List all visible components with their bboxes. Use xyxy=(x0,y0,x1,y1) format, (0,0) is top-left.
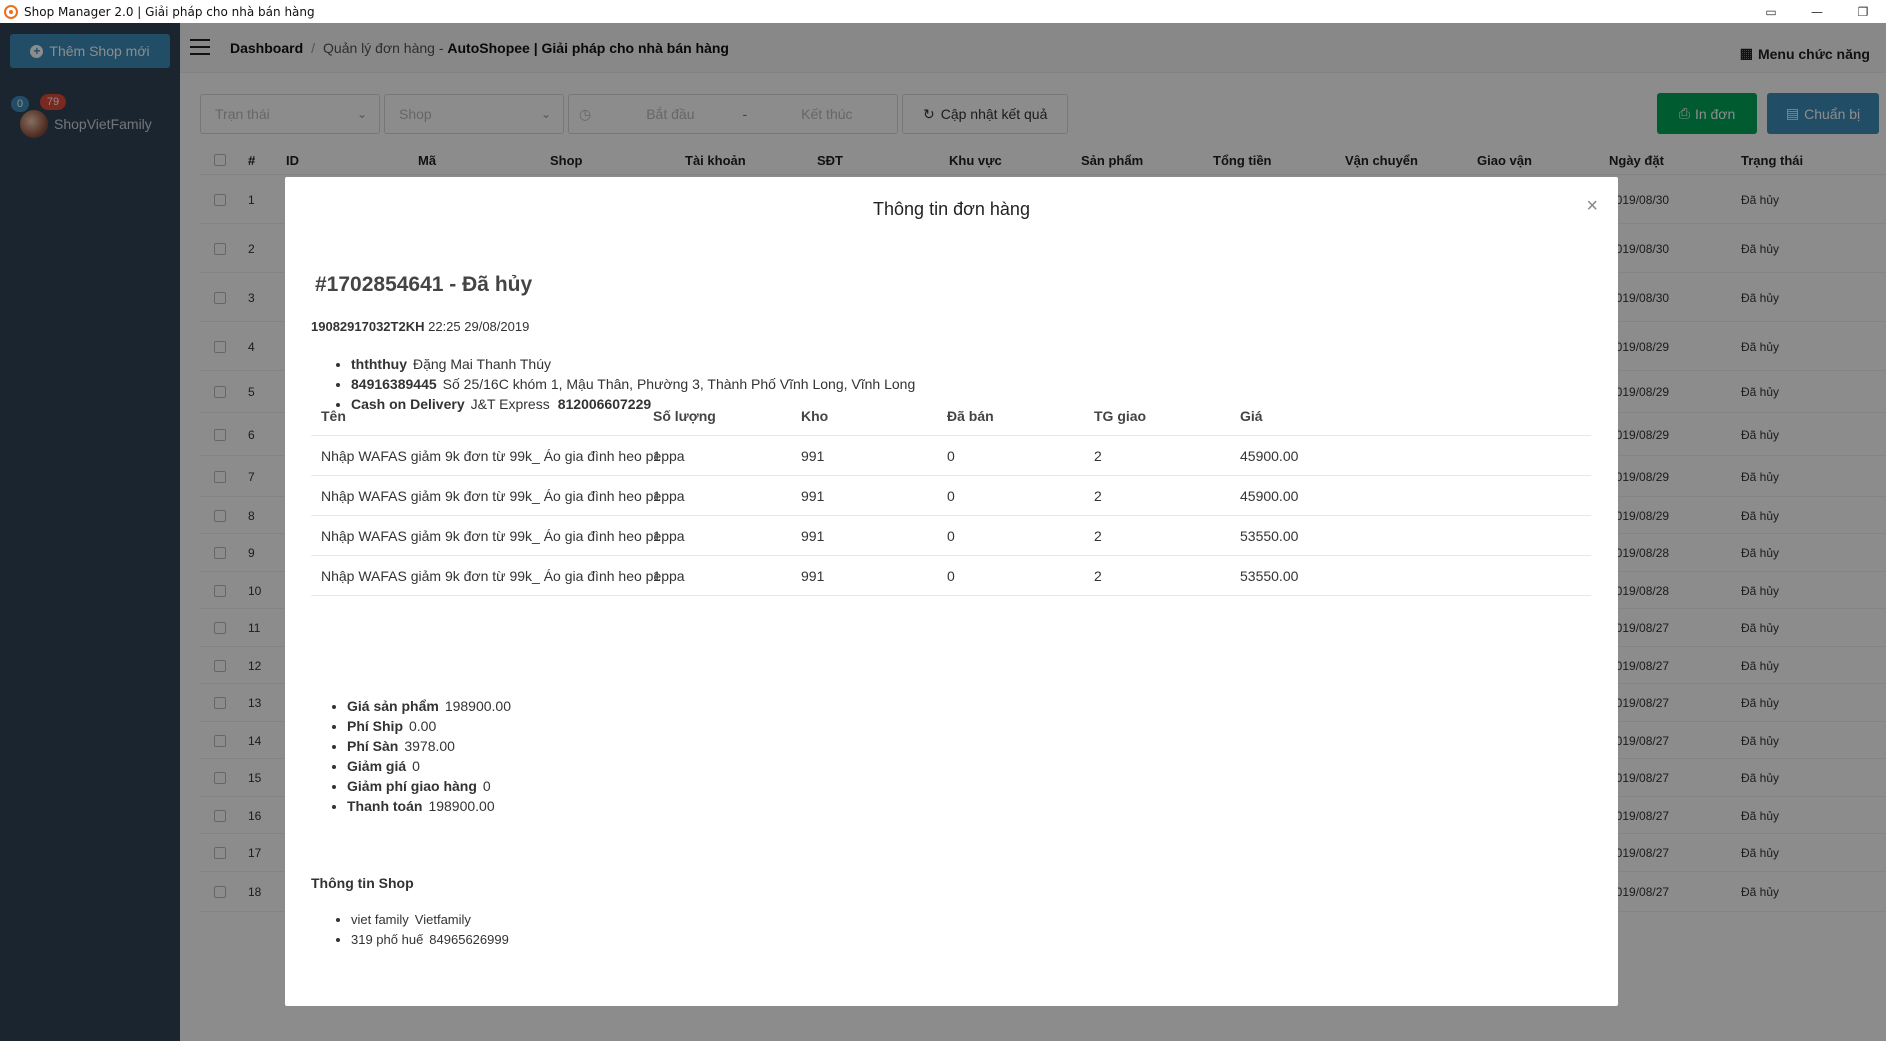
shop-info-value: 84965626999 xyxy=(429,932,509,947)
order-code: 19082917032T2KH xyxy=(311,319,425,334)
product-row: Nhập WAFAS giảm 9k đơn từ 99k_ Áo gia đì… xyxy=(311,476,1591,516)
product-quantity: 1 xyxy=(653,528,661,544)
summary-label: Giảm phí giao hàng xyxy=(347,778,477,794)
col-delivery-time: TG giao xyxy=(1094,408,1147,424)
product-quantity: 1 xyxy=(653,488,661,504)
customer-name-item: thththuy Đặng Mai Thanh Thúy xyxy=(351,354,915,374)
col-price: Giá xyxy=(1240,408,1263,424)
app-logo-icon xyxy=(4,4,18,19)
shop-info-item: 319 phố huế 84965626999 xyxy=(351,930,509,950)
window-title: Shop Manager 2.0 | Giải pháp cho nhà bán… xyxy=(24,4,315,19)
summary-item: Giảm giá 0 xyxy=(347,756,511,776)
product-price: 45900.00 xyxy=(1240,448,1299,464)
product-row: Nhập WAFAS giảm 9k đơn từ 99k_ Áo gia đì… xyxy=(311,556,1591,596)
order-info-modal: Thông tin đơn hàng × #1702854641 - Đã hủ… xyxy=(285,177,1618,1006)
product-delivery-time: 2 xyxy=(1094,488,1102,504)
col-stock: Kho xyxy=(801,408,829,424)
order-time: 22:25 29/08/2019 xyxy=(428,319,530,334)
products-table-header: Tên Số lượng Kho Đã bán TG giao Giá xyxy=(311,396,1591,436)
product-row: Nhập WAFAS giảm 9k đơn từ 99k_ Áo gia đì… xyxy=(311,436,1591,476)
summary-value: 0.00 xyxy=(409,718,437,734)
minimize-button[interactable]: — xyxy=(1794,0,1840,23)
product-price: 53550.00 xyxy=(1240,568,1299,584)
product-sold: 0 xyxy=(947,448,955,464)
window-extra-button[interactable]: ▭ xyxy=(1748,0,1794,23)
summary-label: Phí Ship xyxy=(347,718,403,734)
product-stock: 991 xyxy=(801,488,825,504)
product-delivery-time: 2 xyxy=(1094,528,1102,544)
summary-item: Phí Sàn 3978.00 xyxy=(347,736,511,756)
product-price: 53550.00 xyxy=(1240,528,1299,544)
customer-phone: 84916389445 xyxy=(351,376,437,392)
col-quantity: Số lượng xyxy=(653,408,716,424)
restore-button[interactable]: ❐ xyxy=(1840,0,1886,23)
customer-fullname: Đặng Mai Thanh Thúy xyxy=(412,356,551,372)
summary-item: Phí Ship 0.00 xyxy=(347,716,511,736)
modal-title: Thông tin đơn hàng xyxy=(873,199,1030,219)
shop-info-label: 319 phố huế xyxy=(351,932,424,947)
summary-item: Giá sản phẩm 198900.00 xyxy=(347,696,511,716)
summary-label: Phí Sàn xyxy=(347,738,399,754)
order-heading: #1702854641 - Đã hủy xyxy=(315,273,533,296)
customer-address: Số 25/16C khóm 1, Mậu Thân, Phường 3, Th… xyxy=(442,376,916,392)
product-row: Nhập WAFAS giảm 9k đơn từ 99k_ Áo gia đì… xyxy=(311,516,1591,556)
shop-info-list: viet family Vietfamily 319 phố huế 8496562… xyxy=(351,910,509,950)
summary-item: Giảm phí giao hàng 0 xyxy=(347,776,511,796)
product-name: Nhập WAFAS giảm 9k đơn từ 99k_ Áo gia đì… xyxy=(321,568,685,584)
col-product-name: Tên xyxy=(321,408,346,424)
product-name: Nhập WAFAS giảm 9k đơn từ 99k_ Áo gia đì… xyxy=(321,488,685,504)
summary-label: Thanh toán xyxy=(347,798,423,814)
product-sold: 0 xyxy=(947,528,955,544)
summary-value: 198900.00 xyxy=(444,698,511,714)
product-quantity: 1 xyxy=(653,448,661,464)
product-delivery-time: 2 xyxy=(1094,448,1102,464)
product-stock: 991 xyxy=(801,528,825,544)
summary-value: 198900.00 xyxy=(428,798,495,814)
customer-address-item: 84916389445 Số 25/16C khóm 1, Mậu Thân, P… xyxy=(351,374,915,394)
order-meta: 19082917032T2KH 22:25 29/08/2019 xyxy=(311,319,529,334)
summary-item: Thanh toán 198900.00 xyxy=(347,796,511,816)
product-name: Nhập WAFAS giảm 9k đơn từ 99k_ Áo gia đì… xyxy=(321,448,685,464)
close-icon[interactable]: × xyxy=(1586,195,1598,218)
summary-label: Giá sản phẩm xyxy=(347,698,439,714)
product-price: 45900.00 xyxy=(1240,488,1299,504)
window-controls: ▭ — ❐ xyxy=(1748,0,1886,23)
product-delivery-time: 2 xyxy=(1094,568,1102,584)
product-name: Nhập WAFAS giảm 9k đơn từ 99k_ Áo gia đì… xyxy=(321,528,685,544)
customer-username: thththuy xyxy=(351,356,407,372)
summary-label: Giảm giá xyxy=(347,758,407,774)
shop-info-heading: Thông tin Shop xyxy=(311,875,414,891)
summary-value: 0 xyxy=(412,758,420,774)
product-stock: 991 xyxy=(801,568,825,584)
summary-value: 3978.00 xyxy=(404,738,455,754)
summary-value: 0 xyxy=(482,778,491,794)
product-sold: 0 xyxy=(947,488,955,504)
window-titlebar: Shop Manager 2.0 | Giải pháp cho nhà bán… xyxy=(0,0,1886,23)
shop-info-value: Vietfamily xyxy=(414,912,471,927)
product-quantity: 1 xyxy=(653,568,661,584)
shop-info-label: viet family xyxy=(351,912,409,927)
shop-info-item: viet family Vietfamily xyxy=(351,910,509,930)
order-summary-list: Giá sản phẩm 198900.00 Phí Ship 0.00 Phí S… xyxy=(347,696,511,816)
product-stock: 991 xyxy=(801,448,825,464)
product-sold: 0 xyxy=(947,568,955,584)
col-sold: Đã bán xyxy=(947,408,994,424)
